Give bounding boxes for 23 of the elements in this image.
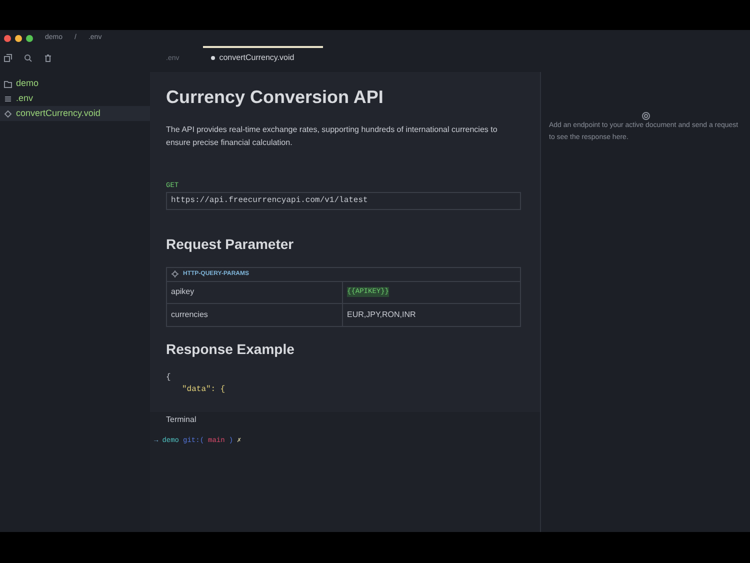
editor-tab[interactable]: convertCurrency.void [203,46,324,64]
document-title: Currency Conversion API [166,86,384,109]
lines-icon [4,94,12,102]
table-cell-text: EUR,JPY,RON,INR [346,308,417,320]
table-cell: apikey [167,282,343,302]
section-heading: Request Parameter [166,234,295,254]
trash-icon [44,54,52,62]
table-cell: currencies [167,304,343,326]
folder-icon [4,80,12,88]
description-text: The API provides real-time exchange rates, supporting hundreds of international currencies to ensure precise financial calculation. [166,124,498,149]
search-icon [24,54,32,62]
file-tree-item[interactable]: convertCurrency.void [0,106,150,121]
section-heading: Response Example [166,340,296,359]
target-icon [642,112,650,120]
files-icon [4,54,12,62]
panel-title: Terminal [165,414,198,426]
diamond-icon [4,110,12,118]
file-tree-item[interactable]: demo [0,76,150,91]
url-field[interactable]: https://api.freecurrencyapi.com/v1/latest [166,192,521,210]
code-line: "data": { [181,384,226,396]
code-line: { [166,372,172,384]
modified-dot-icon [211,56,216,60]
file-tree-item[interactable]: .env [0,91,150,106]
